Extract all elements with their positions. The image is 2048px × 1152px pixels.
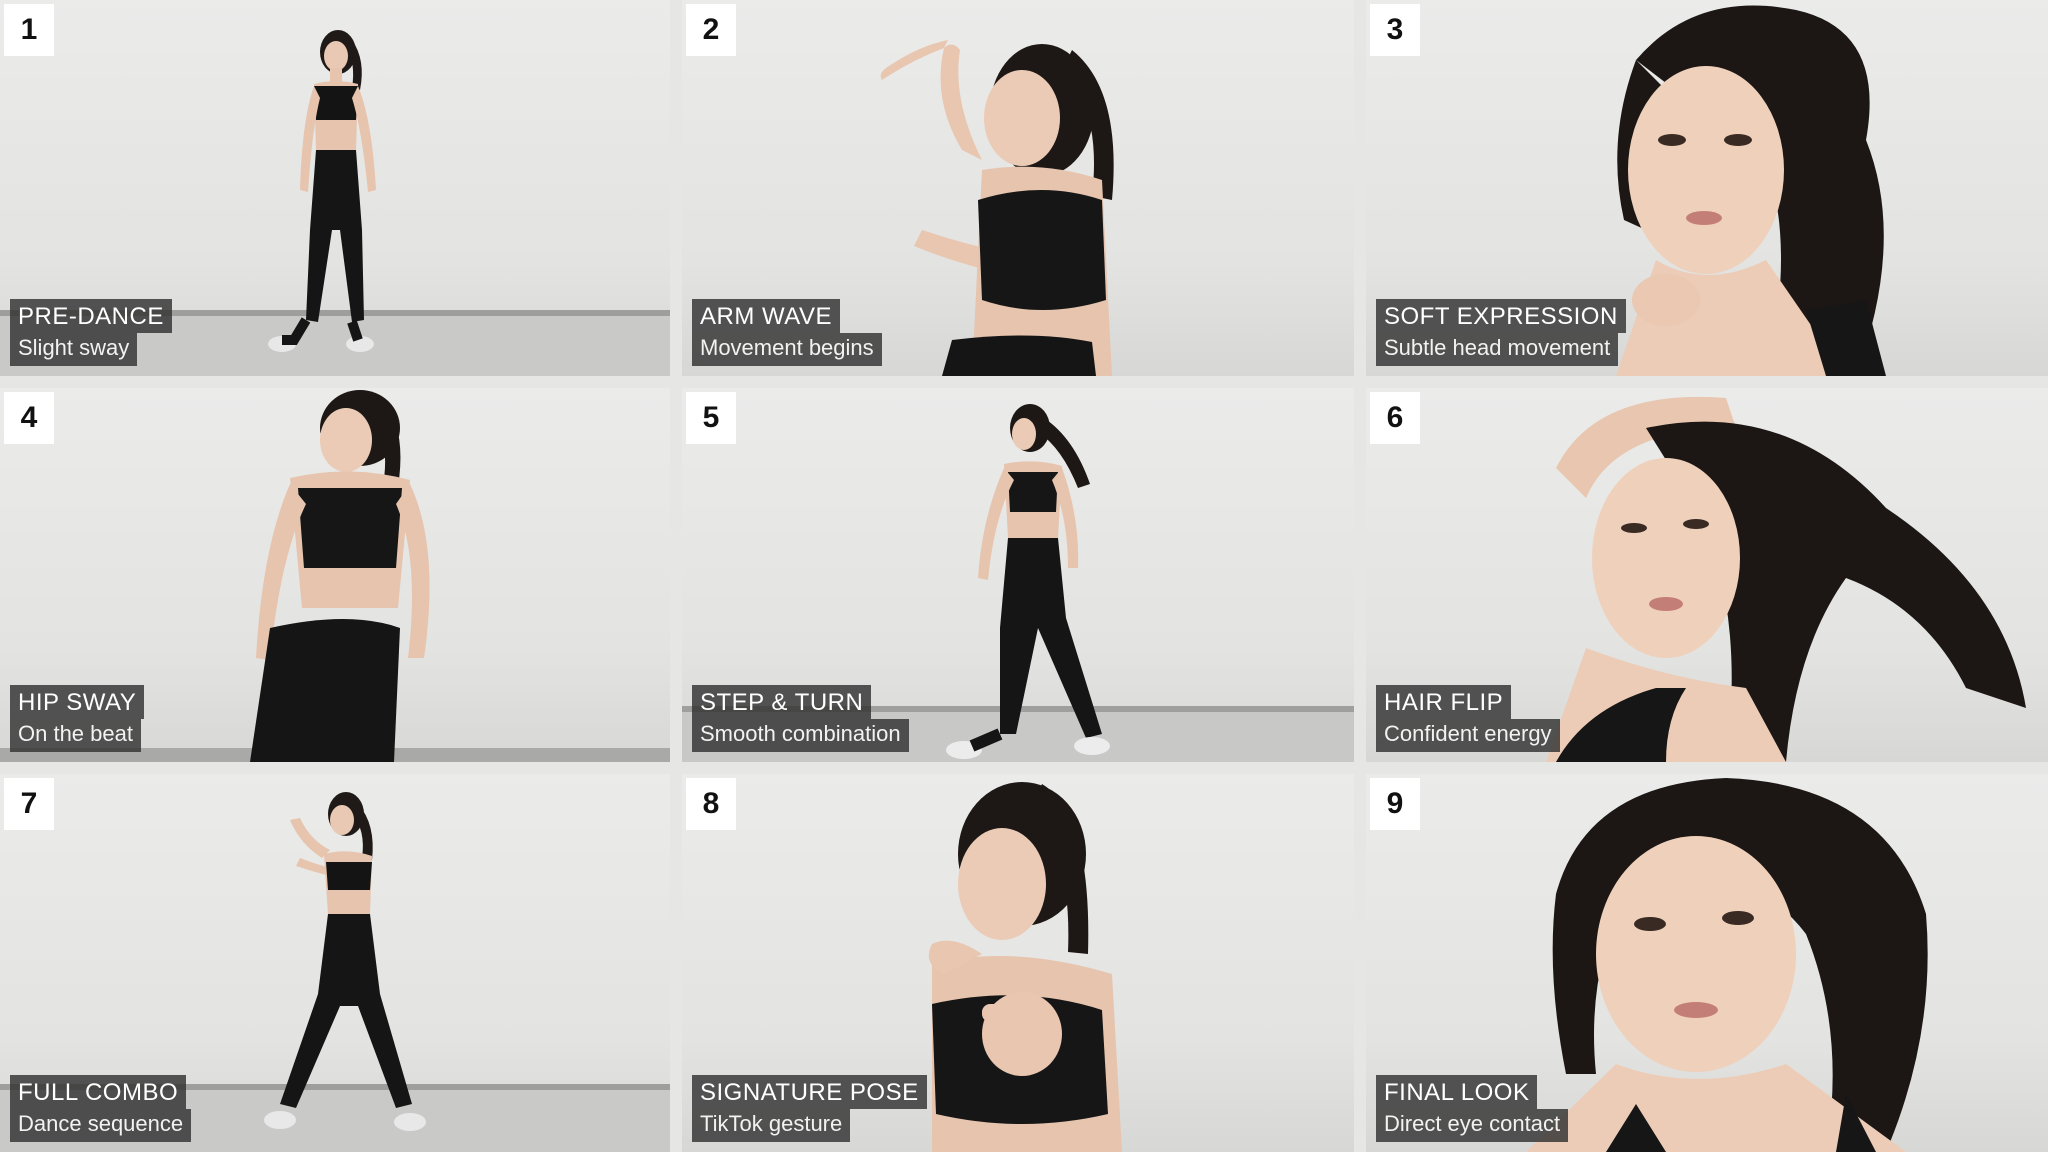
panel-subtitle: Confident energy (1376, 719, 1560, 752)
panel-4: 4 HIP SWAY On the beat (0, 388, 670, 762)
panel-number-badge: 9 (1370, 778, 1420, 830)
panel-3: 3 SOFT EXPRESSION Subtle head movement (1366, 0, 2048, 376)
panel-subtitle: TikTok gesture (692, 1109, 851, 1142)
panel-subtitle: Direct eye contact (1376, 1109, 1569, 1142)
panel-caption: HAIR FLIP Confident energy (1376, 685, 1560, 752)
panel-caption: SOFT EXPRESSION Subtle head movement (1376, 299, 1626, 366)
panel-caption: ARM WAVE Movement begins (692, 299, 882, 366)
panel-8: 8 SIGNATURE POSE TikTok gesture (682, 774, 1354, 1152)
panel-number-badge: 1 (4, 4, 54, 56)
panel-title: FINAL LOOK (1376, 1075, 1538, 1109)
panel-caption: SIGNATURE POSE TikTok gesture (692, 1075, 927, 1142)
panel-number-badge: 6 (1370, 392, 1420, 444)
panel-caption: HIP SWAY On the beat (10, 685, 145, 752)
panel-9: 9 FINAL LOOK Direct eye contact (1366, 774, 2048, 1152)
panel-number-badge: 3 (1370, 4, 1420, 56)
panel-number-badge: 2 (686, 4, 736, 56)
panel-subtitle: Smooth combination (692, 719, 909, 752)
panel-subtitle: Subtle head movement (1376, 333, 1619, 366)
panel-6: 6 HAIR FLIP Confident energy (1366, 388, 2048, 762)
panel-7: 7 FULL COMBO Dance sequence (0, 774, 670, 1152)
photo-grid: 1 PRE-DANCE Slight sway 2 ARM WAVE Movem… (0, 0, 2048, 1152)
panel-1: 1 PRE-DANCE Slight sway (0, 0, 670, 376)
panel-number-badge: 5 (686, 392, 736, 444)
panel-title: SOFT EXPRESSION (1376, 299, 1626, 333)
panel-2: 2 ARM WAVE Movement begins (682, 0, 1354, 376)
panel-subtitle: On the beat (10, 719, 141, 752)
panel-title: HAIR FLIP (1376, 685, 1512, 719)
panel-title: STEP & TURN (692, 685, 872, 719)
panel-number-badge: 4 (4, 392, 54, 444)
panel-subtitle: Dance sequence (10, 1109, 192, 1142)
panel-subtitle: Movement begins (692, 333, 882, 366)
panel-caption: FULL COMBO Dance sequence (10, 1075, 192, 1142)
panel-title: HIP SWAY (10, 685, 145, 719)
panel-title: SIGNATURE POSE (692, 1075, 927, 1109)
panel-number-badge: 7 (4, 778, 54, 830)
panel-title: ARM WAVE (692, 299, 841, 333)
panel-caption: STEP & TURN Smooth combination (692, 685, 909, 752)
panel-caption: PRE-DANCE Slight sway (10, 299, 172, 366)
panel-caption: FINAL LOOK Direct eye contact (1376, 1075, 1569, 1142)
panel-title: PRE-DANCE (10, 299, 172, 333)
panel-title: FULL COMBO (10, 1075, 187, 1109)
panel-subtitle: Slight sway (10, 333, 138, 366)
panel-number-badge: 8 (686, 778, 736, 830)
panel-5: 5 STEP & TURN Smooth combination (682, 388, 1354, 762)
